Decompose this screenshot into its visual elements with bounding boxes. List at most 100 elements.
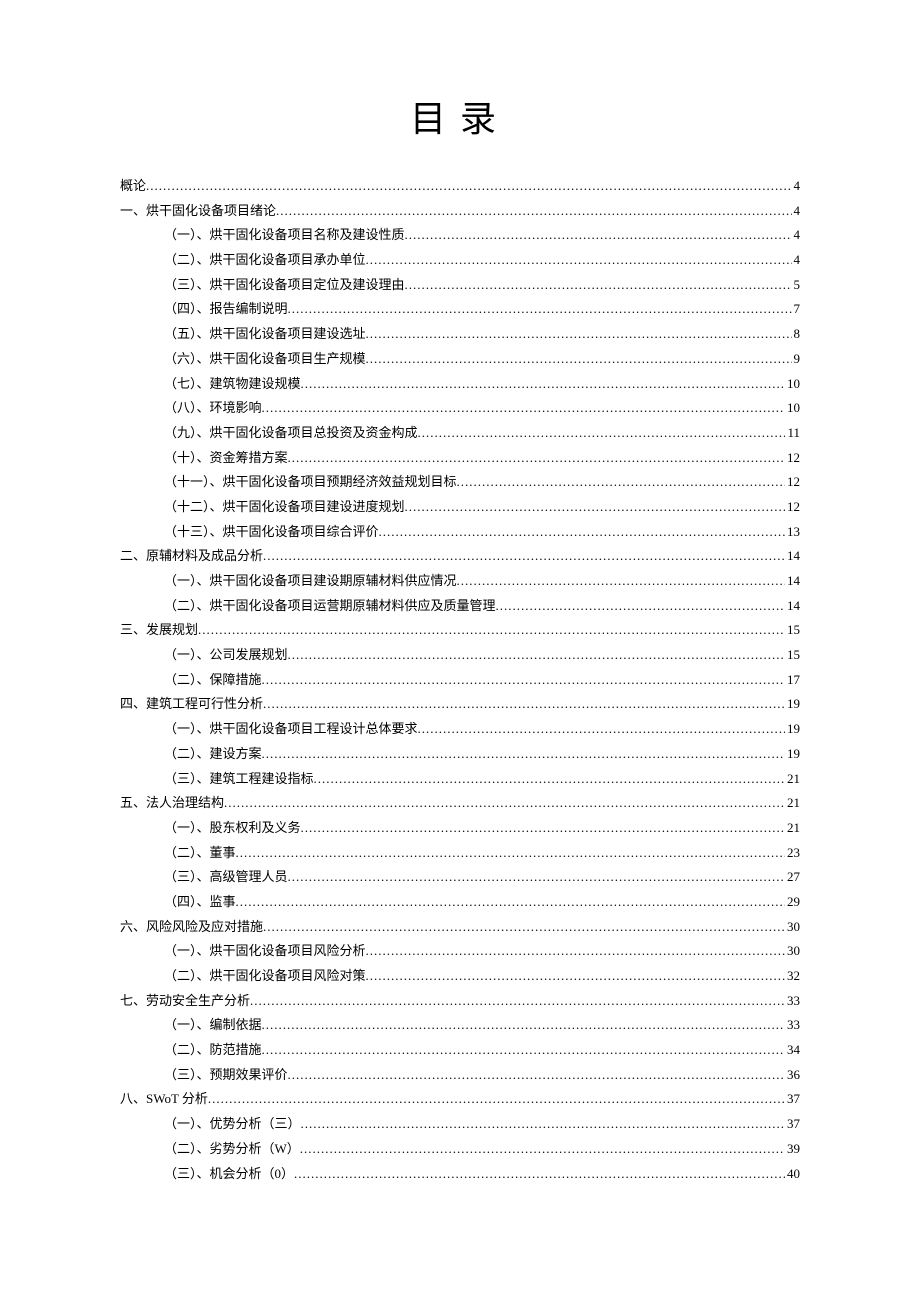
- toc-leader-dots: [405, 495, 785, 520]
- toc-leader-dots: [405, 273, 792, 298]
- toc-leader-dots: [263, 692, 785, 717]
- toc-entry-label: 三、发展规划: [120, 618, 198, 643]
- toc-leader-dots: [262, 742, 785, 767]
- toc-entry: 七、劳动安全生产分析 33: [120, 989, 800, 1014]
- toc-entry: （一）、烘干固化设备项目工程设计总体要求19: [120, 717, 800, 742]
- table-of-contents: 概论4一、烘干固化设备项目绪论4（一）、烘干固化设备项目名称及建设性质4（二）、…: [120, 174, 800, 1186]
- toc-leader-dots: [496, 594, 785, 619]
- toc-entry-page: 14: [785, 544, 800, 569]
- toc-entry-page: 14: [785, 569, 800, 594]
- toc-entry: 二、原辅材料及成品分析14: [120, 544, 800, 569]
- toc-entry: （三）、高级管理人员 27: [120, 865, 800, 890]
- toc-entry-label: （三）、烘干固化设备项目定位及建设理由: [164, 273, 405, 298]
- toc-entry: 三、发展规划 15: [120, 618, 800, 643]
- toc-leader-dots: [263, 915, 785, 940]
- toc-entry: （一）、烘干固化设备项目风险分析30: [120, 939, 800, 964]
- toc-entry-label: （三）、预期效果评价: [164, 1063, 288, 1088]
- toc-entry-page: 12: [785, 470, 800, 495]
- toc-leader-dots: [288, 643, 785, 668]
- toc-entry-label: （二）、烘干固化设备项目承办单位: [164, 248, 366, 273]
- toc-entry-page: 15: [785, 618, 800, 643]
- toc-entry-page: 21: [785, 791, 800, 816]
- toc-entry-page: 10: [785, 372, 800, 397]
- toc-leader-dots: [457, 470, 785, 495]
- toc-entry: （一）、股东权利及义务21: [120, 816, 800, 841]
- toc-entry-page: 7: [792, 297, 801, 322]
- toc-entry: 一、烘干固化设备项目绪论4: [120, 199, 800, 224]
- toc-leader-dots: [288, 446, 785, 471]
- toc-entry-label: （二）、保障措施: [164, 668, 262, 693]
- toc-leader-dots: [276, 199, 791, 224]
- toc-entry-label: （二）、董事: [164, 841, 236, 866]
- toc-entry-label: 七、劳动安全生产分析: [120, 989, 250, 1014]
- toc-entry-label: （三）、建筑工程建设指标: [164, 767, 314, 792]
- toc-entry: （一）、编制依据33: [120, 1013, 800, 1038]
- toc-entry-label: （十二）、烘干固化设备项目建设进度规划: [164, 495, 405, 520]
- toc-leader-dots: [288, 1063, 785, 1088]
- toc-entry: 五、法人治理结构21: [120, 791, 800, 816]
- toc-entry-label: （三）、高级管理人员: [164, 865, 288, 890]
- toc-entry: （十二）、烘干固化设备项目建设进度规划12: [120, 495, 800, 520]
- toc-entry-label: （二）、建设方案: [164, 742, 262, 767]
- toc-leader-dots: [288, 865, 785, 890]
- toc-entry: （二）、建设方案 19: [120, 742, 800, 767]
- toc-entry: （四）、报告编制说明 7: [120, 297, 800, 322]
- toc-leader-dots: [262, 396, 785, 421]
- toc-entry-page: 9: [792, 347, 801, 372]
- toc-entry: （六）、烘干固化设备项目生产规模9: [120, 347, 800, 372]
- toc-entry: （五）、烘干固化设备项目建设选址8: [120, 322, 800, 347]
- toc-entry-page: 19: [785, 717, 800, 742]
- toc-leader-dots: [301, 372, 785, 397]
- toc-entry-label: （二）、防范措施: [164, 1038, 262, 1063]
- toc-entry-page: 19: [785, 692, 800, 717]
- toc-entry-label: （十一）、烘干固化设备项目预期经济效益规划目标: [164, 470, 457, 495]
- toc-entry-page: 4: [792, 223, 801, 248]
- toc-entry-page: 4: [792, 199, 801, 224]
- toc-entry: （二）、董事 23: [120, 841, 800, 866]
- toc-entry-label: （四）、报告编制说明: [164, 297, 288, 322]
- toc-entry-page: 30: [785, 915, 800, 940]
- toc-leader-dots: [418, 421, 786, 446]
- toc-entry: （十一）、烘干固化设备项目预期经济效益规划目标 12: [120, 470, 800, 495]
- toc-entry-page: 33: [785, 1013, 800, 1038]
- toc-entry: （十三）、烘干固化设备项目综合评价13: [120, 520, 800, 545]
- toc-entry-page: 19: [785, 742, 800, 767]
- toc-entry-page: 14: [785, 594, 800, 619]
- toc-entry: （三）、建筑工程建设指标21: [120, 767, 800, 792]
- toc-entry-label: （一）、公司发展规划: [164, 643, 288, 668]
- toc-entry-label: （一）、股东权利及义务: [164, 816, 301, 841]
- toc-leader-dots: [288, 297, 792, 322]
- toc-entry-page: 32: [785, 964, 800, 989]
- toc-leader-dots: [146, 174, 791, 199]
- toc-leader-dots: [236, 841, 785, 866]
- toc-entry-label: （五）、烘干固化设备项目建设选址: [164, 322, 366, 347]
- toc-entry-label: （九）、烘干固化设备项目总投资及资金构成: [164, 421, 418, 446]
- toc-entry: （二）、劣势分析（W）39: [120, 1137, 800, 1162]
- toc-entry-label: （二）、劣势分析（W）: [164, 1137, 300, 1162]
- toc-entry: （三）、烘干固化设备项目定位及建设理由 5: [120, 273, 800, 298]
- toc-leader-dots: [224, 791, 785, 816]
- toc-entry: （七）、建筑物建设规模10: [120, 372, 800, 397]
- toc-entry-label: （四）、监事: [164, 890, 236, 915]
- toc-entry-label: （一）、烘干固化设备项目建设期原辅材料供应情况: [164, 569, 457, 594]
- toc-entry: 八、SWoT 分析37: [120, 1087, 800, 1112]
- toc-entry: （二）、防范措施34: [120, 1038, 800, 1063]
- toc-entry: （二）、保障措施 17: [120, 668, 800, 693]
- toc-entry-page: 5: [792, 273, 801, 298]
- toc-leader-dots: [250, 989, 785, 1014]
- toc-entry-page: 10: [785, 396, 800, 421]
- toc-entry-page: 27: [785, 865, 800, 890]
- toc-entry-page: 36: [785, 1063, 800, 1088]
- toc-entry-label: （二）、烘干固化设备项目运营期原辅材料供应及质量管理: [164, 594, 496, 619]
- toc-entry-page: 17: [785, 668, 800, 693]
- toc-entry-page: 33: [785, 989, 800, 1014]
- toc-entry-label: （八）、环境影响: [164, 396, 262, 421]
- toc-entry: （一）、烘干固化设备项目名称及建设性质4: [120, 223, 800, 248]
- toc-entry-label: 六、风险风险及应对措施: [120, 915, 263, 940]
- toc-entry-page: 15: [785, 643, 800, 668]
- toc-entry: （一）、烘干固化设备项目建设期原辅材料供应情况 14: [120, 569, 800, 594]
- toc-leader-dots: [236, 890, 785, 915]
- toc-entry: （二）、烘干固化设备项目承办单位4: [120, 248, 800, 273]
- toc-entry-page: 23: [785, 841, 800, 866]
- toc-leader-dots: [262, 1013, 785, 1038]
